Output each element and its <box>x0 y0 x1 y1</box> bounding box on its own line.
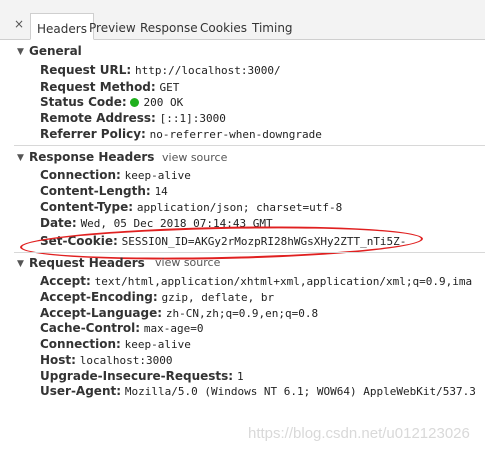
header-value: max-age=0 <box>143 322 204 335</box>
tab-preview[interactable]: Preview <box>89 13 136 40</box>
header-value: http://localhost:3000/ <box>134 64 281 77</box>
header-key: Accept-Encoding: <box>40 290 158 304</box>
header-value: keep-alive <box>124 338 191 351</box>
tab-timing[interactable]: Timing <box>252 13 293 40</box>
general-section-header[interactable]: ▼ General <box>17 44 82 58</box>
header-value: gzip, deflate, br <box>161 291 275 304</box>
tab-headers[interactable]: Headers <box>30 13 94 40</box>
referrer-policy-row: Referrer Policy: no-referrer-when-downgr… <box>40 127 322 141</box>
general-title: General <box>29 44 82 58</box>
header-value: 1 <box>236 370 244 383</box>
response-headers-section-header[interactable]: ▼ Response Headers <box>17 150 154 164</box>
request-headers-title: Request Headers <box>29 256 145 270</box>
request-header-row: Accept: text/html,application/xhtml+xml,… <box>40 274 472 288</box>
section-divider <box>14 145 485 146</box>
header-key: Accept-Language: <box>40 306 163 320</box>
header-key: Content-Type: <box>40 200 134 214</box>
header-key: Referrer Policy: <box>40 127 146 141</box>
header-key: Date: <box>40 216 77 230</box>
header-key: Status Code: <box>40 95 127 109</box>
request-header-row: Upgrade-Insecure-Requests: 1 <box>40 369 244 383</box>
header-key: Remote Address: <box>40 111 156 125</box>
header-value: no-referrer-when-downgrade <box>149 128 322 141</box>
header-key: Connection: <box>40 337 121 351</box>
header-key: Accept: <box>40 274 91 288</box>
response-view-source-link[interactable]: view source <box>162 151 227 164</box>
response-header-row: Content-Length: 14 <box>40 184 168 198</box>
request-view-source-link[interactable]: view source <box>155 256 220 269</box>
header-key: Connection: <box>40 168 121 182</box>
close-icon[interactable]: × <box>14 18 24 30</box>
header-value: localhost:3000 <box>79 354 173 367</box>
request-header-row: User-Agent: Mozilla/5.0 (Windows NT 6.1;… <box>40 384 476 398</box>
header-value: [::1]:3000 <box>159 112 226 125</box>
watermark: https://blog.csdn.net/u012123026 <box>248 425 470 442</box>
request-header-row: Connection: keep-alive <box>40 337 191 351</box>
collapse-triangle-icon: ▼ <box>17 153 24 163</box>
response-headers-title: Response Headers <box>29 150 155 164</box>
section-divider <box>14 252 485 253</box>
header-key: Cache-Control: <box>40 321 141 335</box>
remote-address-row: Remote Address: [::1]:3000 <box>40 111 226 125</box>
status-ok-icon <box>130 98 140 107</box>
collapse-triangle-icon: ▼ <box>17 47 24 57</box>
header-key: Host: <box>40 353 76 367</box>
devtools-tabbar: × Headers Preview Response Cookies Timin… <box>0 0 485 40</box>
request-header-row: Accept-Encoding: gzip, deflate, br <box>40 290 274 304</box>
request-header-row: Accept-Language: zh-CN,zh;q=0.9,en;q=0.8 <box>40 306 318 320</box>
response-header-row: Connection: keep-alive <box>40 168 191 182</box>
request-headers-section-header[interactable]: ▼ Request Headers <box>17 256 145 270</box>
collapse-triangle-icon: ▼ <box>17 259 24 269</box>
status-code-row: Status Code: 200 OK <box>40 95 183 109</box>
header-value: Mozilla/5.0 (Windows NT 6.1; WOW64) Appl… <box>124 385 476 398</box>
header-key: Request URL: <box>40 63 132 77</box>
header-value: 14 <box>154 185 168 198</box>
header-value: GET <box>159 81 180 94</box>
header-key: Content-Length: <box>40 184 151 198</box>
header-value: text/html,application/xhtml+xml,applicat… <box>94 275 473 288</box>
header-value: keep-alive <box>124 169 191 182</box>
response-header-row: Content-Type: application/json; charset=… <box>40 200 342 214</box>
request-header-row: Cache-Control: max-age=0 <box>40 321 204 335</box>
header-value: 200 OK <box>143 96 184 109</box>
tab-cookies[interactable]: Cookies <box>200 13 247 40</box>
header-key: Request Method: <box>40 80 156 94</box>
header-value: application/json; charset=utf-8 <box>136 201 343 214</box>
request-header-row: Host: localhost:3000 <box>40 353 173 367</box>
header-key: Upgrade-Insecure-Requests: <box>40 369 234 383</box>
request-method-row: Request Method: GET <box>40 80 179 94</box>
tab-response[interactable]: Response <box>140 13 198 40</box>
request-url-row: Request URL: http://localhost:3000/ <box>40 63 281 77</box>
header-key: User-Agent: <box>40 384 122 398</box>
header-value: zh-CN,zh;q=0.9,en;q=0.8 <box>165 307 319 320</box>
